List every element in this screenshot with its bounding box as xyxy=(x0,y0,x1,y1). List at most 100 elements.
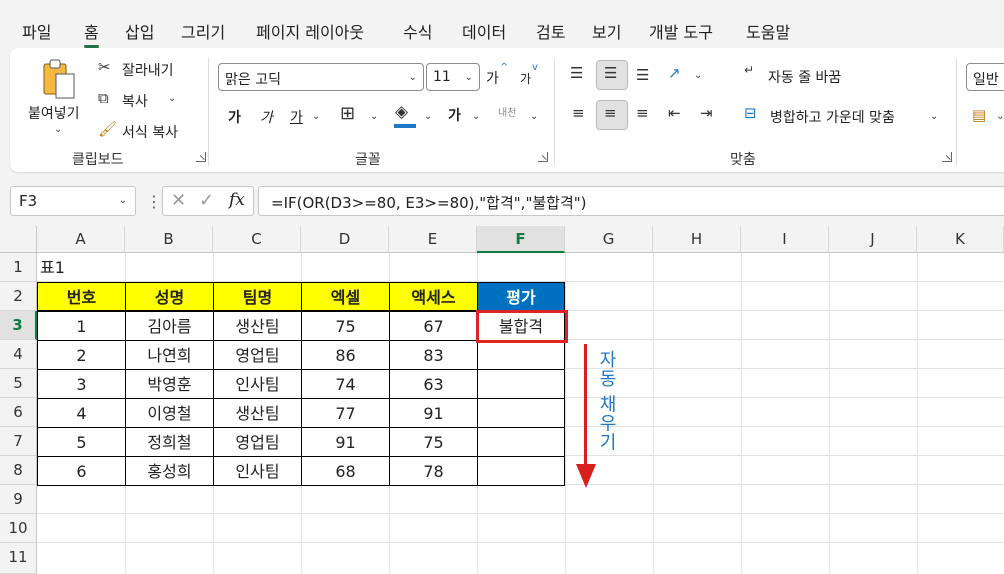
border-icon[interactable]: ⊞ xyxy=(340,105,355,123)
tab-insert[interactable]: 삽입 xyxy=(125,19,154,43)
wrap-text-button[interactable]: 자동 줄 바꿈 xyxy=(768,67,841,87)
tab-data[interactable]: 데이터 xyxy=(462,19,506,43)
name-box[interactable]: F3 ⌄ xyxy=(10,186,136,216)
cell-access[interactable]: 63 xyxy=(389,369,478,399)
bold-button[interactable]: 가 xyxy=(228,107,241,127)
chevron-down-icon[interactable]: ⌄ xyxy=(530,111,538,122)
font-launcher-icon[interactable] xyxy=(538,152,548,162)
font-color-button[interactable]: 가 xyxy=(448,105,461,125)
row-header-7[interactable]: 7 xyxy=(0,427,37,456)
tab-view[interactable]: 보기 xyxy=(592,19,621,43)
tab-file[interactable]: 파일 xyxy=(22,19,51,43)
row-header-10[interactable]: 10 xyxy=(0,514,37,543)
cell-number[interactable]: 6 xyxy=(37,456,126,486)
clipboard-launcher-icon[interactable] xyxy=(196,152,206,162)
underline-button[interactable]: 가 xyxy=(290,107,303,127)
tab-review[interactable]: 검토 xyxy=(536,19,565,43)
cell-evaluation[interactable] xyxy=(477,456,565,486)
row-header-5[interactable]: 5 xyxy=(0,369,37,398)
chevron-down-icon[interactable]: ⌄ xyxy=(54,124,62,135)
chevron-down-icon[interactable]: ⌄ xyxy=(930,111,938,122)
cell-evaluation[interactable] xyxy=(477,369,565,399)
grow-font-button[interactable]: 가 xyxy=(486,68,499,88)
formula-input[interactable]: =IF(OR(D3>=80, E3>=80),"합격","불합격") xyxy=(258,186,1004,216)
tab-formulas[interactable]: 수식 xyxy=(403,19,432,43)
currency-icon[interactable]: ▤ xyxy=(972,108,986,123)
header-cell-team[interactable]: 팀명 xyxy=(213,282,302,311)
column-header-i[interactable]: I xyxy=(741,226,829,253)
column-header-k[interactable]: K xyxy=(917,226,1004,253)
cell-excel[interactable]: 75 xyxy=(301,311,390,341)
italic-button[interactable]: 가 xyxy=(260,107,273,127)
cell-number[interactable]: 5 xyxy=(37,427,126,457)
chevron-down-icon[interactable]: ⌄ xyxy=(312,111,320,122)
cell-team[interactable]: 영업팀 xyxy=(213,340,302,370)
column-header-a[interactable]: A xyxy=(37,226,125,253)
paste-icon[interactable] xyxy=(40,58,80,102)
cell-name[interactable]: 박영훈 xyxy=(125,369,214,399)
column-header-h[interactable]: H xyxy=(653,226,741,253)
fill-color-icon[interactable]: ◈ xyxy=(395,104,408,121)
cell-team[interactable]: 인사팀 xyxy=(213,456,302,486)
cell-team[interactable]: 인사팀 xyxy=(213,369,302,399)
copy-button[interactable]: 복사 xyxy=(122,91,148,111)
alignment-launcher-icon[interactable] xyxy=(942,152,952,162)
cell-name[interactable]: 이영철 xyxy=(125,398,214,428)
chevron-down-icon[interactable]: ⌄ xyxy=(424,111,432,122)
cell-excel[interactable]: 77 xyxy=(301,398,390,428)
tab-help[interactable]: 도움말 xyxy=(746,19,790,43)
header-cell-excel[interactable]: 엑셀 xyxy=(301,282,390,311)
hangul-button[interactable]: 내천 xyxy=(498,104,516,119)
cell-access[interactable]: 83 xyxy=(389,340,478,370)
format-painter-button[interactable]: 서식 복사 xyxy=(122,122,178,142)
align-bottom-icon[interactable]: ☰ xyxy=(636,68,649,83)
more-options-icon[interactable]: ⋮ xyxy=(146,192,162,211)
tab-draw[interactable]: 그리기 xyxy=(181,19,225,43)
font-size-select[interactable]: 11 ⌄ xyxy=(426,63,480,91)
tab-developer[interactable]: 개발 도구 xyxy=(649,19,713,43)
insert-function-button[interactable]: fx xyxy=(229,190,245,210)
cell-evaluation[interactable] xyxy=(477,340,565,370)
column-header-b[interactable]: B xyxy=(125,226,213,253)
align-top-icon[interactable]: ☰ xyxy=(570,66,583,81)
header-cell-name[interactable]: 성명 xyxy=(125,282,214,311)
cell-number[interactable]: 3 xyxy=(37,369,126,399)
chevron-down-icon[interactable]: ⌄ xyxy=(996,111,1004,122)
cell-excel[interactable]: 74 xyxy=(301,369,390,399)
cell-number[interactable]: 1 xyxy=(37,311,126,341)
merge-center-button[interactable]: 병합하고 가운데 맞춤 xyxy=(770,107,895,127)
cell-access[interactable]: 91 xyxy=(389,398,478,428)
align-left-icon[interactable]: ≡ xyxy=(572,106,585,121)
header-cell-access[interactable]: 액세스 xyxy=(389,282,478,311)
increase-indent-icon[interactable]: ⇥ xyxy=(700,106,713,121)
column-header-j[interactable]: J xyxy=(829,226,917,253)
cell-name[interactable]: 김아름 xyxy=(125,311,214,341)
column-header-e[interactable]: E xyxy=(389,226,477,253)
paste-button[interactable]: 붙여넣기 xyxy=(28,103,80,123)
decrease-indent-icon[interactable]: ⇤ xyxy=(668,106,681,121)
table-title[interactable]: 표1 xyxy=(40,253,120,282)
cell-team[interactable]: 영업팀 xyxy=(213,427,302,457)
cell-name[interactable]: 홍성희 xyxy=(125,456,214,486)
cell-name[interactable]: 나연희 xyxy=(125,340,214,370)
row-header-9[interactable]: 9 xyxy=(0,485,37,514)
row-header-4[interactable]: 4 xyxy=(0,340,37,369)
cell-excel[interactable]: 91 xyxy=(301,427,390,457)
column-header-d[interactable]: D xyxy=(301,226,389,253)
number-format-select[interactable]: 일반 xyxy=(966,63,1004,91)
row-header-11[interactable]: 11 xyxy=(0,543,37,574)
row-header-3[interactable]: 3 xyxy=(0,311,37,340)
row-header-1[interactable]: 1 xyxy=(0,253,37,282)
cell-access[interactable]: 67 xyxy=(389,311,478,341)
chevron-down-icon[interactable]: ⌄ xyxy=(472,111,480,122)
cell-excel[interactable]: 86 xyxy=(301,340,390,370)
cell-evaluation[interactable] xyxy=(477,398,565,428)
cell-access[interactable]: 78 xyxy=(389,456,478,486)
select-all-corner[interactable] xyxy=(0,226,37,253)
cell-evaluation[interactable] xyxy=(477,427,565,457)
header-cell-number[interactable]: 번호 xyxy=(37,282,126,311)
cell-name[interactable]: 정희철 xyxy=(125,427,214,457)
cell-number[interactable]: 4 xyxy=(37,398,126,428)
column-header-f[interactable]: F xyxy=(477,226,565,253)
column-header-g[interactable]: G xyxy=(565,226,653,253)
